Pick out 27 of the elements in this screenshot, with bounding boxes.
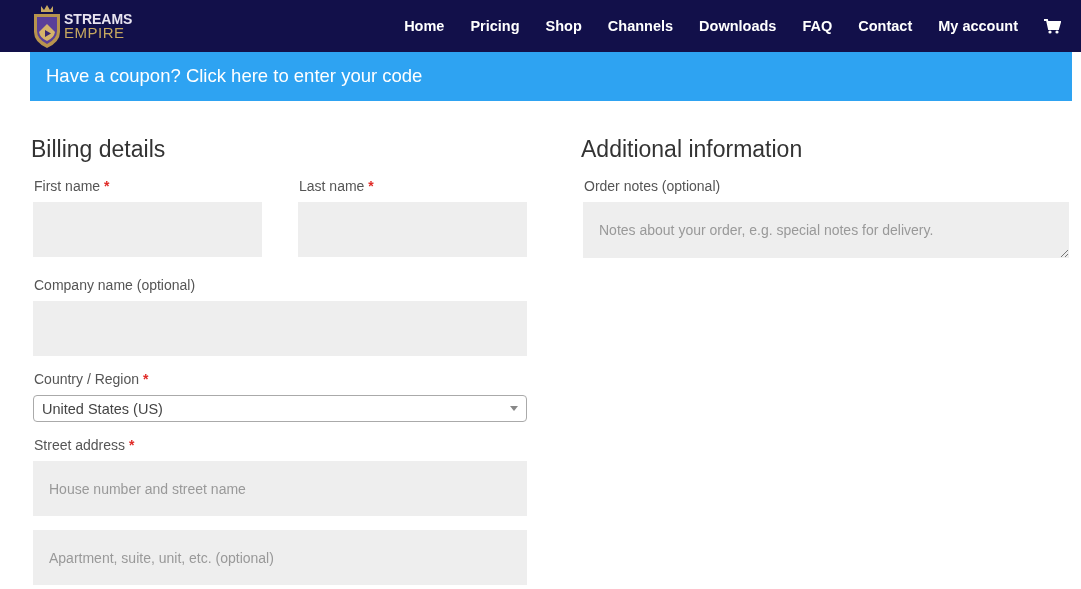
required-marker: * xyxy=(142,371,149,387)
field-label: Company name (optional) xyxy=(34,277,196,293)
logo-text: STREAMS xyxy=(64,13,133,26)
nav-link[interactable]: Downloads xyxy=(699,18,777,34)
nav-link[interactable]: Home xyxy=(404,18,445,34)
section-heading: Billing details xyxy=(31,135,167,164)
resize-grip-icon[interactable] xyxy=(1060,249,1068,257)
nav-link[interactable]: My account xyxy=(938,18,1018,34)
dropdown-arrow-icon xyxy=(510,406,518,411)
cart-icon[interactable] xyxy=(1044,18,1061,34)
logo-text: EMPIRE xyxy=(64,26,126,39)
required-marker: * xyxy=(104,178,110,194)
nav-link[interactable]: Pricing xyxy=(470,18,520,34)
shield-logo-icon xyxy=(32,4,62,48)
field-label: First name xyxy=(34,178,101,194)
field-label: Last name xyxy=(299,178,365,194)
field-label: Street address xyxy=(34,437,126,453)
field-label: Country / Region xyxy=(34,371,140,387)
required-marker: * xyxy=(368,178,374,194)
field-label: Order notes (optional) xyxy=(584,178,721,194)
nav-link[interactable]: Contact xyxy=(858,18,913,34)
nav-link[interactable]: FAQ xyxy=(802,18,833,34)
section-heading: Additional information xyxy=(581,135,804,164)
required-marker: * xyxy=(128,437,135,453)
nav-link[interactable]: Shop xyxy=(545,18,582,34)
nav-link[interactable]: Channels xyxy=(607,18,674,34)
country-select[interactable]: United States (US) xyxy=(33,395,527,422)
